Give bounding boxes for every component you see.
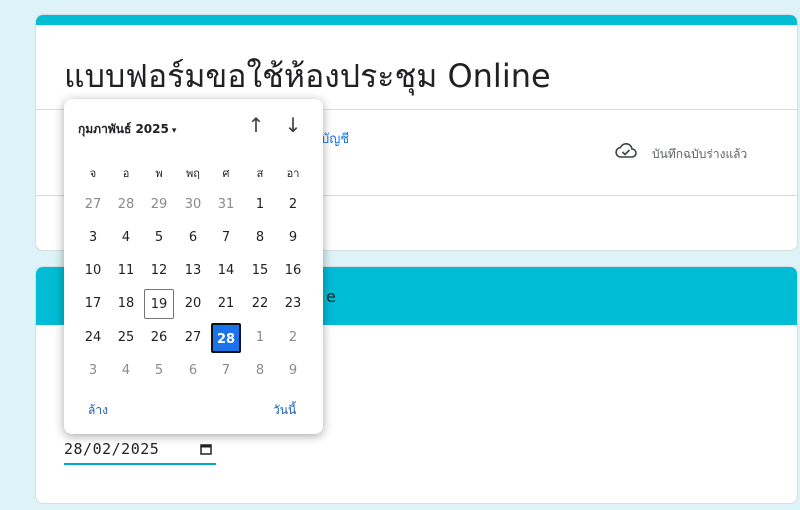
day-cell[interactable]: 29	[144, 190, 174, 220]
day-cell[interactable]: 24	[78, 323, 108, 353]
weekday-label: พ	[155, 167, 163, 180]
day-cell[interactable]: 3	[78, 356, 108, 386]
day-cell[interactable]: 6	[178, 223, 208, 253]
weekday-label: ศ	[222, 167, 230, 180]
day-cell[interactable]: 1	[245, 323, 275, 353]
day-cell[interactable]: 4	[111, 223, 141, 253]
month-year-label: กุมภาพันธ์ 2025	[78, 122, 169, 136]
draft-status: บันทึกฉบับร่างแล้ว	[652, 147, 748, 161]
day-cell[interactable]: 30	[178, 190, 208, 220]
datepicker-popup: กุมภาพันธ์ 2025 ▾ ↑ ↓ จอพพฤศสอา 27 28 29 30 3…	[64, 99, 323, 434]
day-cell[interactable]: 8	[245, 356, 275, 386]
day-cell[interactable]: 23	[278, 289, 308, 319]
day-cell[interactable]: 10	[78, 256, 108, 286]
day-cell[interactable]: 5	[144, 356, 174, 386]
caret-down-icon: ▾	[171, 126, 177, 136]
clear-button[interactable]: ล้าง	[88, 401, 108, 420]
day-cell[interactable]: 17	[78, 289, 108, 319]
month-year-selector[interactable]: กุมภาพันธ์ 2025 ▾	[78, 120, 176, 139]
day-cell[interactable]: 21	[211, 289, 241, 319]
day-cell[interactable]: 7	[211, 223, 241, 253]
selected-day-cell[interactable]: 28	[211, 323, 241, 353]
day-cell[interactable]: 5	[144, 223, 174, 253]
weekday-label: อ	[122, 167, 130, 180]
today-button[interactable]: วันนี้	[273, 401, 296, 420]
day-cell[interactable]: 18	[111, 289, 141, 319]
weekday-label: ส	[256, 167, 264, 180]
day-cell[interactable]: 12	[144, 256, 174, 286]
day-cell[interactable]: 22	[245, 289, 275, 319]
weekday-label: อา	[286, 167, 300, 180]
day-cell[interactable]: 1	[245, 190, 275, 220]
day-cell[interactable]: 13	[178, 256, 208, 286]
day-cell[interactable]: 16	[278, 256, 308, 286]
day-cell[interactable]: 9	[278, 356, 308, 386]
account-link[interactable]: บัญชี	[321, 128, 349, 149]
today-day-cell[interactable]: 19	[144, 289, 174, 319]
day-cell[interactable]: 27	[78, 190, 108, 220]
day-cell[interactable]: 25	[111, 323, 141, 353]
form-title: แบบฟอร์มขอใช้ห้องประชุม Online	[64, 57, 551, 95]
day-cell[interactable]: 11	[111, 256, 141, 286]
day-cell[interactable]: 28	[111, 190, 141, 220]
day-cell[interactable]: 27	[178, 323, 208, 353]
weekday-label: จ	[89, 167, 97, 180]
day-cell[interactable]: 15	[245, 256, 275, 286]
date-input[interactable]: 28/02/2025	[64, 437, 216, 465]
day-cell[interactable]: 26	[144, 323, 174, 353]
day-cell[interactable]: 8	[245, 223, 275, 253]
weekday-label: พฤ	[186, 167, 200, 180]
day-cell[interactable]: 9	[278, 223, 308, 253]
date-value[interactable]: 28/02/2025	[64, 440, 159, 458]
day-cell[interactable]: 31	[211, 190, 241, 220]
day-cell[interactable]: 20	[178, 289, 208, 319]
day-cell[interactable]: 6	[178, 356, 208, 386]
previous-month-arrow-icon[interactable]: ↑	[245, 113, 267, 137]
day-cell[interactable]: 3	[78, 223, 108, 253]
cloud-check-icon	[615, 143, 637, 158]
day-cell[interactable]: 14	[211, 256, 241, 286]
day-cell[interactable]: 2	[278, 323, 308, 353]
next-month-arrow-icon[interactable]: ↓	[282, 113, 304, 137]
day-cell[interactable]: 7	[211, 356, 241, 386]
accent-bar	[36, 15, 797, 25]
calendar-icon[interactable]	[200, 443, 212, 455]
day-cell[interactable]: 2	[278, 190, 308, 220]
day-cell[interactable]: 4	[111, 356, 141, 386]
section-header-text: e	[326, 287, 336, 306]
